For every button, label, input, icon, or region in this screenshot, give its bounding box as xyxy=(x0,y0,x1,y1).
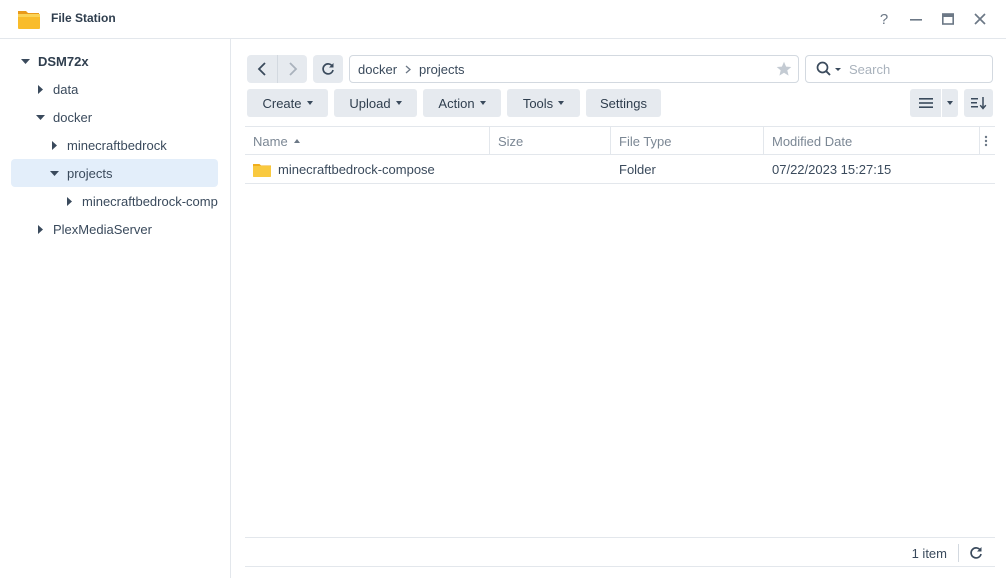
sort-icon xyxy=(970,97,986,110)
tree-root-dsm72x[interactable]: DSM72x xyxy=(11,47,218,75)
path-segment-docker[interactable]: docker xyxy=(358,62,397,77)
view-options-dropdown[interactable] xyxy=(942,89,958,117)
create-button[interactable]: Create xyxy=(247,89,328,117)
upload-button[interactable]: Upload xyxy=(334,89,417,117)
main-panel: docker projects Create Upload Action Too… xyxy=(231,39,1006,578)
list-view-button[interactable] xyxy=(910,89,941,117)
caret-down-icon xyxy=(558,101,565,105)
caret-right-icon xyxy=(49,140,59,150)
path-segment-projects[interactable]: projects xyxy=(419,62,465,77)
file-name: minecraftbedrock-compose xyxy=(278,161,435,177)
minimize-button[interactable] xyxy=(906,9,926,29)
status-refresh-button[interactable] xyxy=(969,546,983,560)
caret-down-icon xyxy=(306,101,313,105)
back-button[interactable] xyxy=(247,55,277,83)
column-header-file-type[interactable]: File Type xyxy=(611,127,764,155)
status-bar: 1 item xyxy=(245,537,995,567)
tree-item-label: projects xyxy=(67,165,113,181)
caret-down-icon xyxy=(947,101,953,105)
column-header-name[interactable]: Name xyxy=(245,127,490,155)
settings-button-label: Settings xyxy=(600,95,647,111)
tools-button[interactable]: Tools xyxy=(507,89,580,117)
tree-item-docker[interactable]: docker xyxy=(11,103,218,131)
maximize-icon xyxy=(942,13,954,25)
tree-item-label: minecraftbedrock xyxy=(67,137,167,153)
refresh-button[interactable] xyxy=(313,55,343,83)
tree-item-minecraftbedrock-compose[interactable]: minecraftbedrock-compose xyxy=(11,187,218,215)
tree-item-projects[interactable]: projects xyxy=(11,159,218,187)
caret-down-icon xyxy=(20,56,30,66)
caret-right-icon xyxy=(35,224,45,234)
list-view-icon xyxy=(918,98,933,108)
search-icon[interactable] xyxy=(816,61,841,77)
upload-button-label: Upload xyxy=(349,95,391,111)
close-button[interactable] xyxy=(970,9,990,29)
column-header-modified-date[interactable]: Modified Date xyxy=(764,127,980,155)
sort-ascending-icon xyxy=(293,139,300,143)
caret-down-icon xyxy=(479,101,486,105)
status-divider xyxy=(958,544,959,562)
caret-down-icon xyxy=(395,101,402,105)
refresh-icon xyxy=(322,63,334,75)
tree-root-label: DSM72x xyxy=(38,53,89,69)
column-header-label: Modified Date xyxy=(772,133,853,149)
item-count: 1 item xyxy=(911,546,947,561)
caret-down-icon xyxy=(35,112,45,122)
window-title: File Station xyxy=(51,11,116,25)
column-options-button[interactable] xyxy=(980,127,995,155)
column-header-size[interactable]: Size xyxy=(490,127,611,155)
cell-name: minecraftbedrock-compose xyxy=(253,155,435,183)
sort-button[interactable] xyxy=(964,89,993,117)
title-bar: File Station ? xyxy=(0,0,1006,39)
folder-icon xyxy=(253,163,271,177)
chevron-right-icon xyxy=(405,65,412,74)
refresh-icon xyxy=(970,547,982,559)
table-row[interactable]: minecraftbedrock-compose Folder 07/22/20… xyxy=(245,155,995,184)
create-button-label: Create xyxy=(262,95,302,111)
help-icon: ? xyxy=(879,10,889,28)
tree-item-data[interactable]: data xyxy=(11,75,218,103)
close-icon xyxy=(974,13,986,25)
tree-item-label: docker xyxy=(53,109,93,125)
tree-item-label: PlexMediaServer xyxy=(53,221,152,237)
caret-down-icon xyxy=(49,168,59,178)
path-bar[interactable]: docker projects xyxy=(349,55,799,83)
search-input[interactable] xyxy=(849,61,979,77)
column-header-label: File Type xyxy=(619,133,672,149)
chevron-right-icon xyxy=(288,62,297,76)
more-vertical-icon xyxy=(984,135,988,147)
tree-item-minecraftbedrock[interactable]: minecraftbedrock xyxy=(11,131,218,159)
help-button[interactable]: ? xyxy=(874,9,894,29)
column-header-label: Size xyxy=(498,133,524,149)
star-icon[interactable] xyxy=(776,61,792,80)
file-station-app-icon xyxy=(16,6,42,32)
folder-tree: DSM72x data docker minecraftbedrock proj… xyxy=(0,39,231,578)
tools-button-label: Tools xyxy=(522,95,554,111)
cell-file-type: Folder xyxy=(619,161,656,177)
maximize-button[interactable] xyxy=(938,9,958,29)
caret-right-icon xyxy=(65,196,74,206)
column-header-label: Name xyxy=(253,133,288,149)
cell-modified-date: 07/22/2023 15:27:15 xyxy=(772,161,892,177)
settings-button[interactable]: Settings xyxy=(586,89,661,117)
search-box[interactable] xyxy=(805,55,993,83)
tree-item-label: data xyxy=(53,81,79,97)
caret-right-icon xyxy=(35,84,45,94)
chevron-left-icon xyxy=(257,62,266,76)
tree-item-plexmediaserver[interactable]: PlexMediaServer xyxy=(11,215,218,243)
action-button-label: Action xyxy=(438,95,475,111)
action-button[interactable]: Action xyxy=(423,89,501,117)
tree-item-label: minecraftbedrock-compose xyxy=(82,193,218,209)
file-grid-header: Name Size File Type Modified Date xyxy=(245,126,995,155)
forward-button[interactable] xyxy=(277,55,307,83)
minimize-icon xyxy=(910,19,922,21)
